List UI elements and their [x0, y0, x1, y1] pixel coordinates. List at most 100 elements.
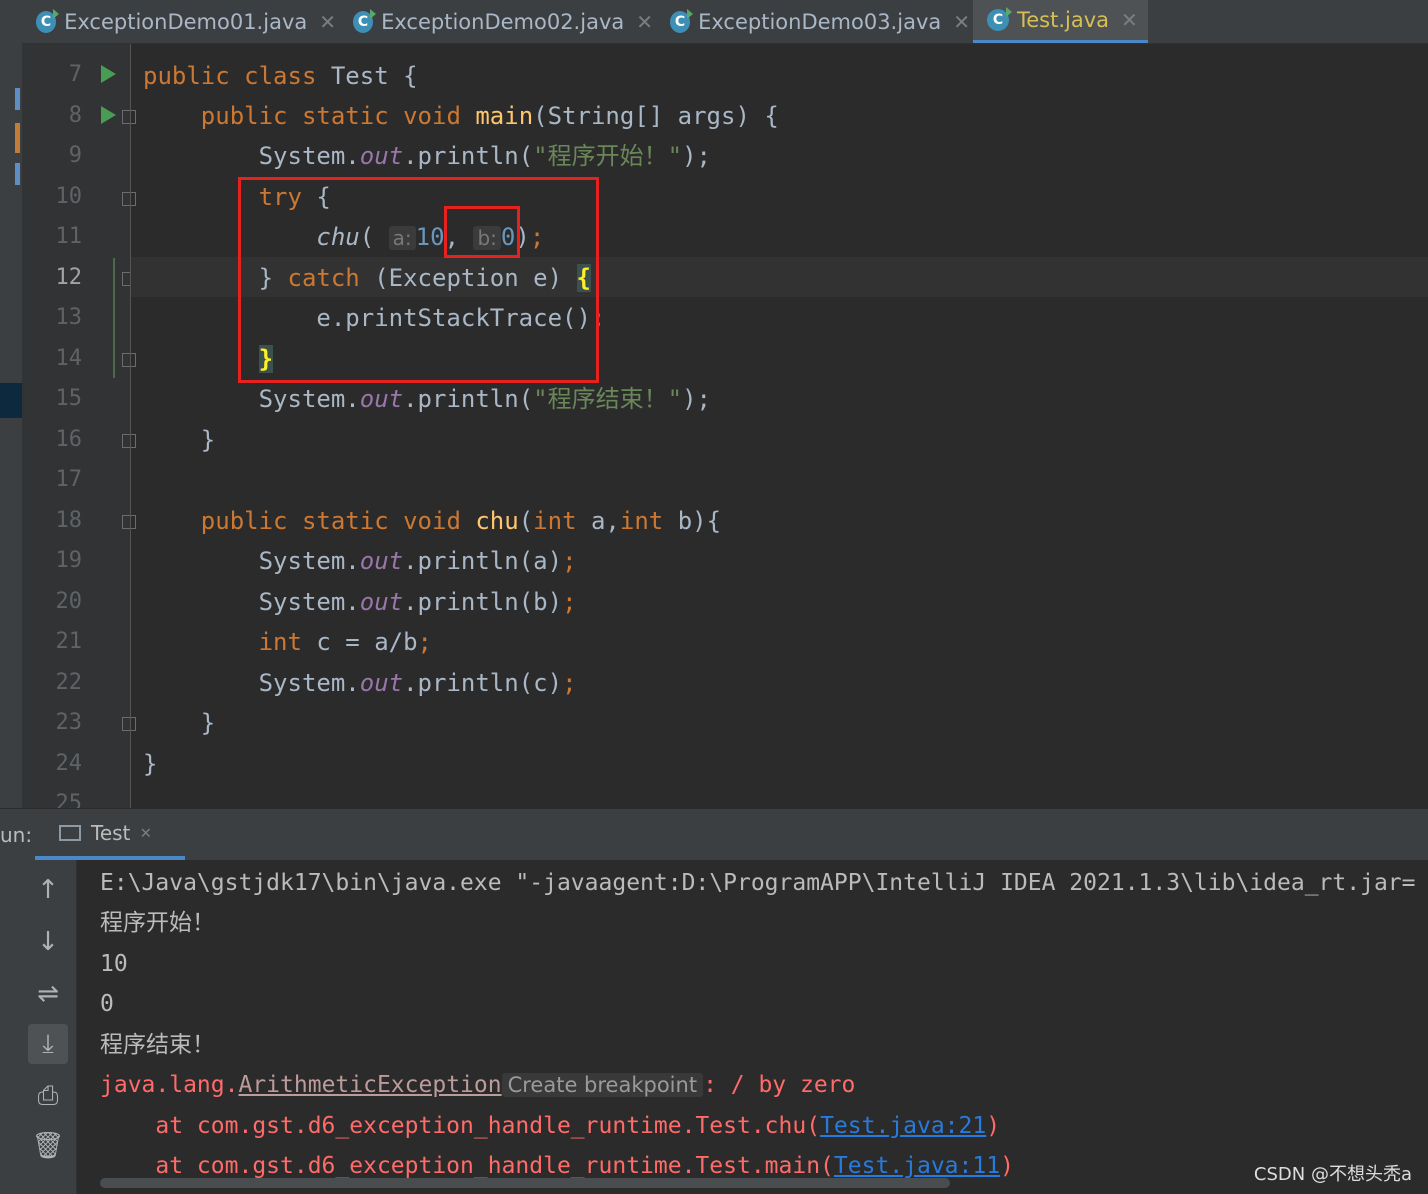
- code-line-16: }: [143, 420, 215, 460]
- code-token: void: [403, 102, 461, 130]
- code-token: ;: [562, 669, 577, 697]
- code-token: (String[] args) {: [533, 102, 779, 130]
- code-token: ;: [562, 547, 577, 575]
- java-class-icon: C: [987, 7, 1012, 31]
- stacktrace-text: at com.gst.d6_exception_handle_runtime.T…: [100, 1153, 834, 1179]
- code-token: void: [403, 507, 461, 535]
- tab-exceptiondemo01[interactable]: C ExceptionDemo01.java ✕: [36, 0, 336, 43]
- tab-label: Test.java: [1017, 8, 1110, 32]
- code-token: class: [244, 62, 317, 90]
- code-token: );: [682, 142, 711, 170]
- line-number: 23: [55, 710, 83, 735]
- code-token: public: [200, 102, 288, 130]
- code-token: out: [359, 669, 404, 697]
- try-catch-highlight-box: [238, 177, 599, 383]
- run-tab-test[interactable]: Test ✕: [35, 809, 185, 861]
- code-token: System.: [258, 669, 360, 697]
- console-output-line: 10: [100, 951, 128, 977]
- create-breakpoint-link[interactable]: Create breakpoint: [501, 1073, 704, 1097]
- down-arrow-icon[interactable]: ↓: [28, 922, 68, 962]
- horizontal-scrollbar[interactable]: [100, 1178, 950, 1188]
- console-toolbar: ↑ ↓ ⇌ ⤓ ⎙ 🗑: [20, 860, 77, 1194]
- editor-gutter: 7 8 9 10 11 12 13 14 15 16 17 18 19 20 2…: [22, 44, 136, 816]
- run-left-strip: [0, 860, 20, 1194]
- close-icon[interactable]: ✕: [140, 822, 151, 843]
- run-gutter-icon[interactable]: [101, 106, 116, 124]
- java-class-icon: C: [353, 8, 377, 33]
- line-number-current: 12: [55, 265, 83, 290]
- code-token: int: [533, 507, 577, 535]
- tab-exceptiondemo02[interactable]: C ExceptionDemo02.java ✕: [353, 0, 653, 43]
- code-token: .println(c): [403, 669, 563, 697]
- tool-strip-selection: [0, 383, 22, 418]
- source-link[interactable]: Test.java:21: [820, 1113, 986, 1139]
- print-icon[interactable]: ⎙: [28, 1076, 68, 1116]
- code-token: }: [200, 709, 216, 737]
- code-line-8: public static void main(String[] args) {: [143, 96, 779, 136]
- editor-tab-bar: C ExceptionDemo01.java ✕ C ExceptionDemo…: [0, 0, 1428, 44]
- code-token: "程序结束！": [533, 385, 683, 413]
- code-token: "程序开始！": [533, 142, 683, 170]
- code-token: }: [143, 750, 158, 778]
- line-number: 9: [68, 143, 82, 168]
- up-arrow-icon[interactable]: ↑: [28, 870, 68, 910]
- source-link[interactable]: Test.java:11: [834, 1153, 1000, 1179]
- close-icon[interactable]: ✕: [319, 10, 336, 34]
- zero-argument-highlight-box: [444, 206, 520, 258]
- project-tool-strip: [0, 43, 22, 808]
- tab-exceptiondemo03[interactable]: C ExceptionDemo03.java ✕: [670, 0, 970, 43]
- close-icon[interactable]: ✕: [636, 10, 653, 34]
- line-number: 16: [55, 427, 83, 452]
- trash-icon[interactable]: 🗑: [28, 1126, 68, 1166]
- tab-label: ExceptionDemo03.java: [698, 9, 942, 34]
- tab-test-java[interactable]: C Test.java ✕: [973, 0, 1148, 43]
- run-tab-label: Test: [91, 820, 131, 845]
- tool-strip-marker: [15, 163, 20, 185]
- java-class-icon: C: [36, 8, 60, 33]
- exception-line: java.lang.ArithmeticException Create brea…: [100, 1065, 855, 1105]
- code-line-24: }: [143, 744, 157, 784]
- line-number: 14: [55, 346, 83, 371]
- scroll-to-end-icon[interactable]: ⤓: [28, 1024, 68, 1064]
- code-token: b){: [663, 507, 722, 535]
- tool-strip-marker: [15, 88, 20, 110]
- code-line-19: System.out.println(a);: [143, 541, 577, 581]
- close-icon[interactable]: ✕: [1121, 8, 1138, 32]
- console-output-line: 0: [100, 991, 114, 1017]
- close-icon[interactable]: ✕: [953, 10, 970, 34]
- run-gutter-icon[interactable]: [101, 65, 116, 83]
- line-number: 21: [55, 629, 83, 654]
- run-console[interactable]: ↑ ↓ ⇌ ⤓ ⎙ 🗑 E:\Java\gstjdk17\bin\java.ex…: [0, 860, 1428, 1194]
- line-number: 11: [55, 224, 83, 249]
- code-token: main: [475, 102, 534, 130]
- line-number: 19: [55, 548, 83, 573]
- code-token: );: [682, 385, 711, 413]
- code-token: System.: [258, 385, 360, 413]
- code-token: public: [143, 62, 230, 90]
- code-line-9: System.out.println("程序开始！");: [143, 136, 711, 176]
- code-token: ;: [417, 628, 432, 656]
- exception-package: java.lang.: [100, 1072, 239, 1098]
- stacktrace-text: ): [986, 1113, 1001, 1139]
- tool-strip-marker: [15, 123, 20, 153]
- code-token: c = a/b: [301, 628, 418, 656]
- line-number: 22: [55, 670, 83, 695]
- code-token: .println(b): [403, 588, 563, 616]
- line-number: 13: [55, 305, 83, 330]
- exception-class-link[interactable]: ArithmeticException: [238, 1072, 501, 1098]
- line-number: 10: [55, 184, 83, 209]
- line-number: 20: [55, 589, 83, 614]
- code-token: System.: [258, 588, 360, 616]
- line-number: 15: [55, 386, 83, 411]
- code-line-22: System.out.println(c);: [143, 663, 577, 703]
- code-token: int: [258, 628, 302, 656]
- code-token: public: [200, 507, 288, 535]
- code-line-23: }: [143, 703, 215, 743]
- code-token: chu: [475, 507, 519, 535]
- run-panel-label: un:: [0, 823, 33, 847]
- code-token: a,: [576, 507, 620, 535]
- code-token: int: [619, 507, 664, 535]
- console-window-icon: [59, 824, 81, 841]
- code-editor[interactable]: public class Test { public static void m…: [131, 44, 1428, 808]
- soft-wrap-icon[interactable]: ⇌: [28, 974, 68, 1014]
